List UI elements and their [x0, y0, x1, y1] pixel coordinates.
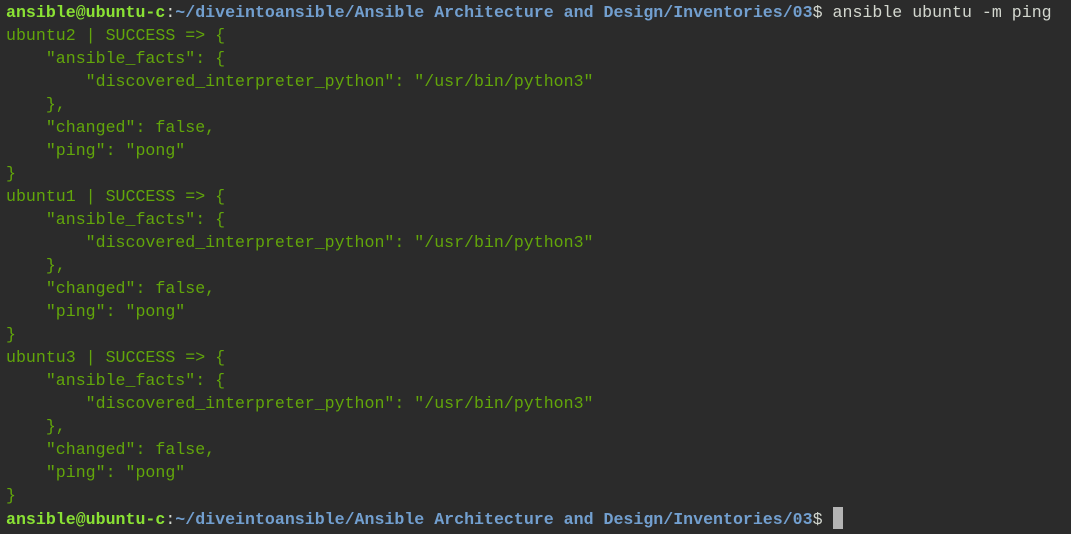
prompt-path: ~/diveintoansible/Ansible Architecture a… — [175, 3, 813, 22]
output-line: } — [6, 164, 16, 183]
prompt-colon: : — [165, 510, 176, 529]
prompt-user-host: ansible@ubuntu-c — [6, 510, 166, 529]
output-line: }, — [6, 95, 66, 114]
output-line: ubuntu3 | SUCCESS => { — [6, 348, 226, 367]
output-line: "changed": false, — [6, 440, 216, 459]
output-line: } — [6, 486, 16, 505]
command-text: ansible ubuntu -m ping — [832, 3, 1052, 22]
terminal[interactable]: ansible@ubuntu-c:~/diveintoansible/Ansib… — [0, 0, 1071, 530]
prompt-colon: : — [165, 3, 176, 22]
prompt-path: ~/diveintoansible/Ansible Architecture a… — [175, 510, 813, 529]
output-line: }, — [6, 417, 66, 436]
output-line: }, — [6, 256, 66, 275]
output-line: "ping": "pong" — [6, 302, 186, 321]
output-line: "ping": "pong" — [6, 463, 186, 482]
output-line: "discovered_interpreter_python": "/usr/b… — [6, 72, 594, 91]
text-cursor — [832, 507, 843, 529]
prompt-symbol: $ — [812, 3, 833, 22]
output-line: } — [6, 325, 16, 344]
output-line: ubuntu2 | SUCCESS => { — [6, 26, 226, 45]
prompt-user-host: ansible@ubuntu-c — [6, 3, 166, 22]
prompt-line: ansible@ubuntu-c:~/diveintoansible/Ansib… — [6, 1, 1071, 24]
output-line: "changed": false, — [6, 118, 216, 137]
output-line: "ansible_facts": { — [6, 371, 226, 390]
output-line: "discovered_interpreter_python": "/usr/b… — [6, 394, 594, 413]
output-line: "ping": "pong" — [6, 141, 186, 160]
output-line: "discovered_interpreter_python": "/usr/b… — [6, 233, 594, 252]
prompt-line-current[interactable]: ansible@ubuntu-c:~/diveintoansible/Ansib… — [6, 507, 1071, 530]
output-line: "changed": false, — [6, 279, 216, 298]
prompt-symbol: $ — [812, 510, 833, 529]
command-output: ubuntu2 | SUCCESS => { "ansible_facts": … — [6, 24, 1071, 507]
output-line: ubuntu1 | SUCCESS => { — [6, 187, 226, 206]
output-line: "ansible_facts": { — [6, 210, 226, 229]
output-line: "ansible_facts": { — [6, 49, 226, 68]
